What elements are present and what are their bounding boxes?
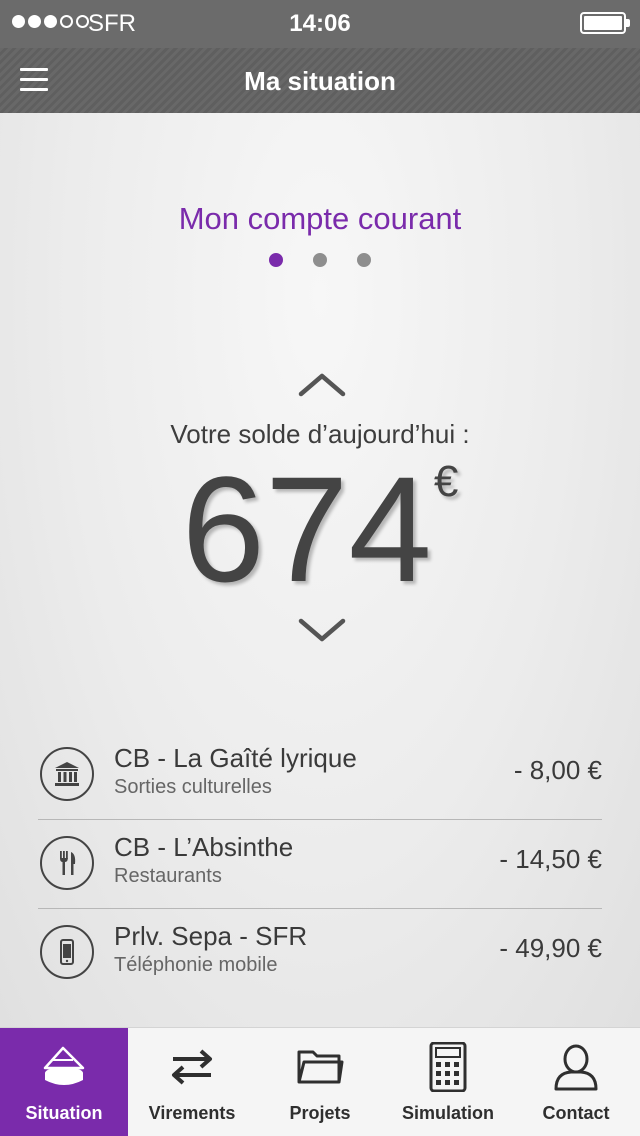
account-overview[interactable]: Mon compte courant Votre solde d’aujourd… (0, 113, 640, 1027)
calculator-icon (429, 1042, 467, 1092)
tab-situation[interactable]: Situation (0, 1028, 128, 1136)
transaction-list: CB - La Gaîté lyrique Sorties culturelle… (38, 731, 602, 998)
tab-simulation[interactable]: Simulation (384, 1028, 512, 1136)
page-title: Ma situation (244, 66, 396, 96)
transaction-title: CB - L’Absinthe (114, 832, 294, 862)
transaction-category: Sorties culturelles (114, 776, 272, 798)
page-dot-3[interactable] (357, 253, 371, 267)
status-time: 14:06 (289, 10, 351, 37)
tab-label: Simulation (401, 1103, 494, 1123)
mobile-phone-icon (40, 925, 94, 979)
tab-contact[interactable]: Contact (512, 1028, 640, 1136)
tab-projets[interactable]: Projets (256, 1028, 384, 1136)
tab-label: Situation (25, 1103, 103, 1123)
chevron-up-icon[interactable] (295, 370, 349, 400)
balance-currency: € (433, 457, 459, 506)
transfer-arrows-icon (172, 1049, 212, 1085)
transaction-category: Téléphonie mobile (114, 954, 278, 976)
nav-bar: Ma situation (0, 48, 640, 113)
tab-label: Contact (542, 1103, 610, 1123)
page-dot-1[interactable] (269, 253, 283, 267)
transaction-title: CB - La Gaîté lyrique (114, 743, 357, 773)
transaction-amount: - 8,00 € (513, 755, 602, 785)
page-indicator[interactable] (0, 253, 640, 267)
transaction-title: Prlv. Sepa - SFR (114, 921, 308, 951)
battery-icon (580, 12, 630, 34)
transaction-row[interactable]: CB - L’Absinthe Restaurants - 14,50 € (38, 820, 602, 909)
museum-icon (40, 747, 94, 801)
page-dot-2[interactable] (313, 253, 327, 267)
status-bar: SFR 14:06 (0, 0, 640, 48)
tab-label: Virements (148, 1103, 236, 1123)
folder-icon (297, 1050, 344, 1084)
transaction-category: Restaurants (114, 865, 222, 887)
transaction-row[interactable]: CB - La Gaîté lyrique Sorties culturelle… (38, 731, 602, 820)
fork-knife-icon (40, 836, 94, 890)
account-title: Mon compte courant (178, 201, 462, 236)
balance-value: 674 (181, 445, 432, 613)
transaction-row[interactable]: Prlv. Sepa - SFR Téléphonie mobile - 49,… (38, 909, 602, 998)
tab-bar: Situation Virements Projets Simulation C… (0, 1027, 640, 1136)
chevron-down-icon[interactable] (295, 615, 349, 645)
situation-icon (43, 1046, 85, 1085)
tab-virements[interactable]: Virements (128, 1028, 256, 1136)
person-icon (554, 1044, 598, 1091)
transaction-amount: - 49,90 € (499, 933, 602, 963)
transaction-amount: - 14,50 € (499, 844, 602, 874)
tab-label: Projets (289, 1103, 351, 1123)
balance-amount: 674€ (0, 443, 640, 616)
